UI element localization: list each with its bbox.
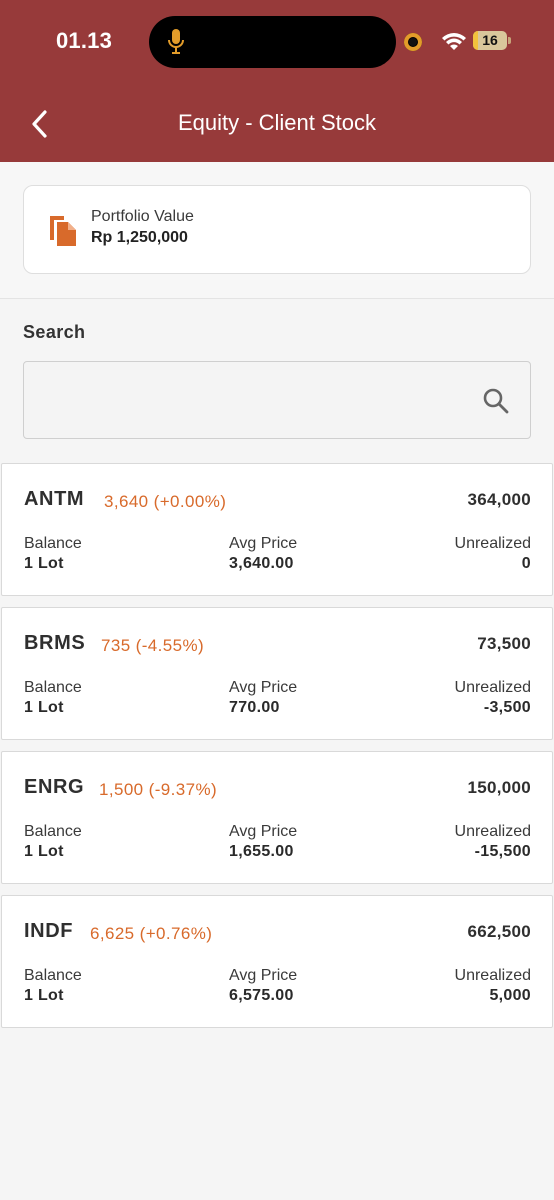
balance-label: Balance (24, 823, 82, 840)
stock-code: INDF (24, 920, 74, 942)
avg-price-label: Avg Price (229, 679, 298, 696)
documents-icon (50, 216, 76, 246)
balance-value: 1 Lot (24, 699, 64, 716)
unrealized-value: -3,500 (483, 699, 531, 716)
stock-market-value: 150,000 (467, 778, 531, 797)
avg-price-label: Avg Price (229, 535, 298, 552)
battery-cap (508, 37, 511, 44)
unrealized-value: -15,500 (474, 843, 531, 860)
balance-value: 1 Lot (24, 843, 64, 860)
stock-code: ENRG (24, 776, 85, 798)
avg-price-value: 3,640.00 (229, 555, 294, 572)
avg-price-value: 770.00 (229, 699, 280, 716)
portfolio-section: Portfolio Value Rp 1,250,000 (0, 162, 554, 299)
stock-market-value: 73,500 (477, 634, 531, 653)
unrealized-label: Unrealized (454, 823, 531, 840)
stock-card-antm[interactable]: ANTM 3,640 (+0.00%) 364,000 Balance 1 Lo… (1, 463, 553, 596)
search-box[interactable] (23, 361, 531, 439)
status-time: 01.13 (56, 28, 113, 53)
avg-price-value: 1,655.00 (229, 843, 294, 860)
balance-label: Balance (24, 535, 82, 552)
microphone-icon (168, 29, 184, 54)
camera-indicator-icon (404, 33, 422, 51)
balance-label: Balance (24, 967, 82, 984)
portfolio-value-label: Portfolio Value (91, 208, 194, 225)
unrealized-label: Unrealized (454, 535, 531, 552)
search-label: Search (23, 322, 86, 342)
avg-price-label: Avg Price (229, 967, 298, 984)
balance-value: 1 Lot (24, 555, 64, 572)
balance-label: Balance (24, 679, 82, 696)
page-title: Equity - Client Stock (177, 110, 377, 135)
battery-icon: 16 (473, 31, 507, 50)
balance-value: 1 Lot (24, 987, 64, 1004)
avg-price-value: 6,575.00 (229, 987, 294, 1004)
unrealized-value: 0 (521, 555, 531, 572)
dynamic-island (149, 16, 396, 68)
search-input[interactable] (36, 362, 470, 438)
battery-level: 16 (482, 32, 498, 48)
stock-card-brms[interactable]: BRMS 735 (-4.55%) 73,500 Balance 1 Lot A… (1, 607, 553, 740)
empty-area (0, 1030, 554, 1200)
unrealized-label: Unrealized (454, 679, 531, 696)
stock-price-change: 6,625 (+0.76%) (90, 924, 213, 943)
stock-card-indf[interactable]: INDF 6,625 (+0.76%) 662,500 Balance 1 Lo… (1, 895, 553, 1028)
app-header: 01.13 16 Equity - Client Stock (0, 0, 554, 162)
stock-market-value: 662,500 (467, 922, 531, 941)
avg-price-label: Avg Price (229, 823, 298, 840)
portfolio-card: Portfolio Value Rp 1,250,000 (23, 185, 531, 274)
stock-price-change: 735 (-4.55%) (101, 636, 205, 655)
stock-card-enrg[interactable]: ENRG 1,500 (-9.37%) 150,000 Balance 1 Lo… (1, 751, 553, 884)
unrealized-label: Unrealized (454, 967, 531, 984)
stock-price-change: 1,500 (-9.37%) (99, 780, 218, 799)
stock-market-value: 364,000 (467, 490, 531, 509)
search-icon[interactable] (482, 387, 510, 415)
portfolio-value-amount: Rp 1,250,000 (91, 229, 188, 246)
stock-code: ANTM (24, 488, 85, 510)
unrealized-value: 5,000 (489, 987, 531, 1004)
stock-price-change: 3,640 (+0.00%) (104, 492, 227, 511)
wifi-icon (442, 33, 466, 50)
stock-code: BRMS (24, 632, 86, 654)
